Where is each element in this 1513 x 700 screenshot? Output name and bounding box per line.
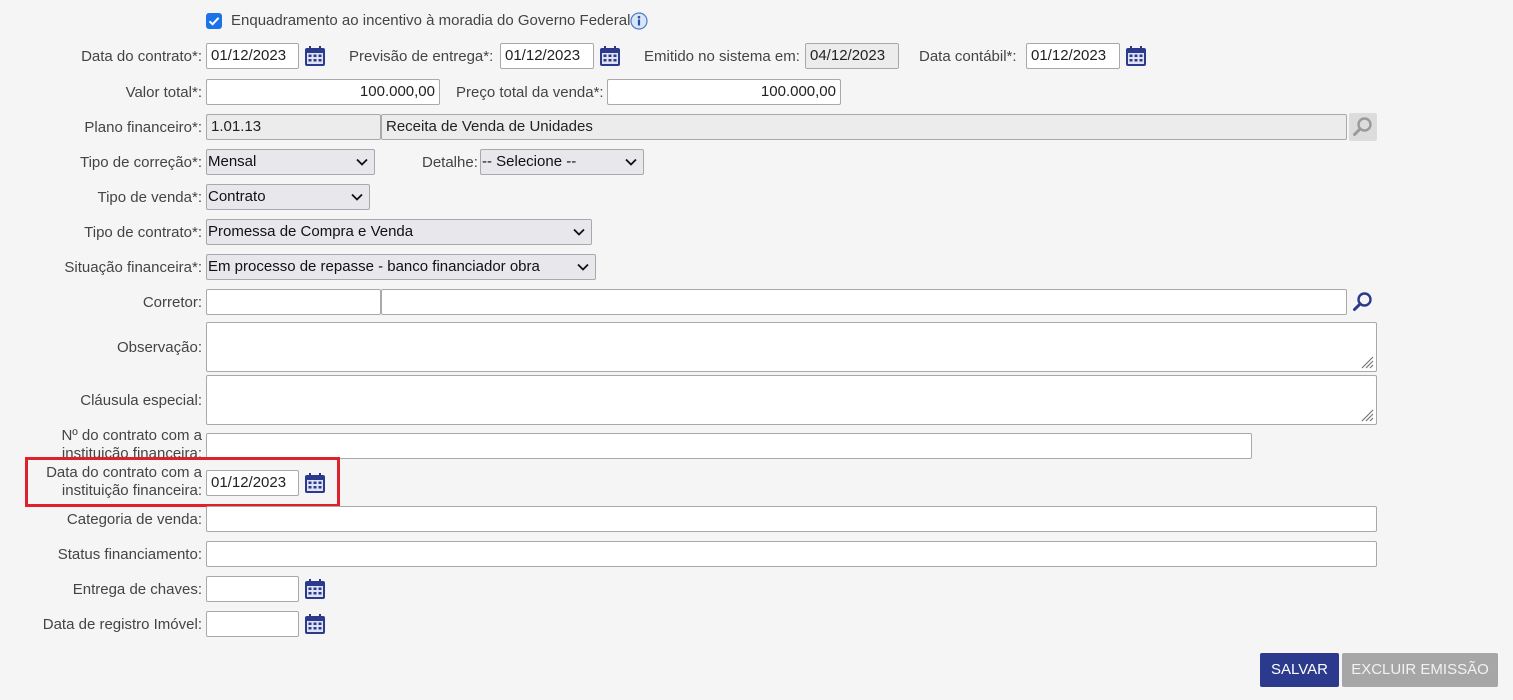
clausula-especial-label: Cláusula especial: (80, 392, 202, 409)
preco-total-label: Preço total da venda*: (456, 84, 604, 101)
tipo-contrato-label: Tipo de contrato*: (84, 224, 202, 241)
detalhe-label: Detalhe: (422, 154, 478, 171)
data-contrato-if-label: Data do contrato com a instituição finan… (0, 464, 202, 500)
resize-handle-icon[interactable] (1360, 355, 1374, 369)
categoria-venda-input[interactable] (206, 506, 1377, 532)
situacao-financeira-label: Situação financeira*: (64, 259, 202, 276)
plano-financeiro-label: Plano financeiro*: (84, 119, 202, 136)
categoria-venda-label: Categoria de venda: (66, 511, 202, 528)
valor-total-label: Valor total*: (125, 84, 202, 101)
chevron-down-icon (577, 263, 589, 271)
calendar-icon[interactable] (303, 44, 327, 68)
data-contrato-input[interactable]: 01/12/2023 (206, 43, 299, 69)
previsao-entrega-label: Previsão de entrega*: (349, 48, 494, 65)
incentive-checkbox[interactable] (206, 13, 222, 29)
chevron-down-icon (356, 158, 368, 166)
num-contrato-if-label-line1: Nº do contrato com a (61, 427, 202, 444)
info-icon[interactable] (630, 12, 648, 30)
search-icon[interactable] (1349, 113, 1377, 141)
delete-emission-button[interactable]: EXCLUIR EMISSÃO (1342, 653, 1498, 687)
tipo-correcao-select[interactable]: Mensal (206, 149, 375, 175)
detalhe-select[interactable]: -- Selecione -- (480, 149, 644, 175)
previsao-entrega-input[interactable]: 01/12/2023 (500, 43, 594, 69)
observacao-textarea[interactable] (206, 322, 1377, 372)
entrega-chaves-label: Entrega de chaves: (72, 581, 202, 598)
num-contrato-if-label: Nº do contrato com a instituição finance… (0, 427, 202, 457)
data-contrato-if-input[interactable]: 01/12/2023 (206, 470, 299, 496)
data-contrato-label: Data do contrato*: (81, 48, 202, 65)
emitido-sistema-value: 04/12/2023 (805, 43, 899, 69)
corretor-code-input[interactable] (206, 289, 381, 315)
tipo-contrato-value: Promessa de Compra e Venda (208, 223, 414, 240)
plano-financeiro-description: Receita de Venda de Unidades (381, 114, 1347, 140)
clausula-especial-textarea[interactable] (206, 375, 1377, 425)
search-icon[interactable] (1349, 288, 1377, 316)
detalhe-value: -- Selecione -- (482, 153, 577, 170)
calendar-icon[interactable] (1124, 44, 1148, 68)
calendar-icon[interactable] (303, 471, 327, 495)
incentive-label: Enquadramento ao incentivo à moradia do … (231, 12, 631, 29)
corretor-name-input[interactable] (381, 289, 1347, 315)
situacao-financeira-value: Em processo de repasse - banco financiad… (208, 258, 540, 275)
num-contrato-if-input[interactable] (206, 433, 1252, 459)
calendar-icon[interactable] (303, 612, 327, 636)
num-contrato-if-label-line2: instituição financeira: (61, 445, 202, 457)
tipo-venda-label: Tipo de venda*: (97, 189, 202, 206)
tipo-correcao-label: Tipo de correção*: (79, 154, 202, 171)
observacao-label: Observação: (116, 339, 202, 356)
valor-total-input[interactable]: 100.000,00 (206, 79, 440, 105)
tipo-correcao-value: Mensal (208, 153, 257, 170)
preco-total-input[interactable]: 100.000,00 (607, 79, 841, 105)
data-contrato-if-label-line2: instituição financeira: (61, 482, 202, 499)
resize-handle-icon[interactable] (1360, 408, 1374, 422)
corretor-label: Corretor: (142, 294, 202, 311)
data-contabil-input[interactable]: 01/12/2023 (1026, 43, 1120, 69)
data-contabil-label: Data contábil*: (919, 48, 1017, 65)
calendar-icon[interactable] (598, 44, 622, 68)
data-contrato-if-label-line1: Data do contrato com a (46, 464, 202, 481)
status-financiamento-label: Status financiamento: (57, 546, 202, 563)
tipo-contrato-select[interactable]: Promessa de Compra e Venda (206, 219, 592, 245)
chevron-down-icon (351, 193, 363, 201)
calendar-icon[interactable] (303, 577, 327, 601)
chevron-down-icon (573, 228, 585, 236)
data-registro-imovel-input[interactable] (206, 611, 299, 637)
situacao-financeira-select[interactable]: Em processo de repasse - banco financiad… (206, 254, 596, 280)
save-button[interactable]: SALVAR (1260, 653, 1339, 687)
tipo-venda-select[interactable]: Contrato (206, 184, 370, 210)
emitido-sistema-label: Emitido no sistema em: (644, 48, 800, 65)
chevron-down-icon (625, 158, 637, 166)
tipo-venda-value: Contrato (208, 188, 266, 205)
status-financiamento-input[interactable] (206, 541, 1377, 567)
data-registro-imovel-label: Data de registro Imóvel: (42, 616, 202, 633)
entrega-chaves-input[interactable] (206, 576, 299, 602)
plano-financeiro-code: 1.01.13 (206, 114, 381, 140)
